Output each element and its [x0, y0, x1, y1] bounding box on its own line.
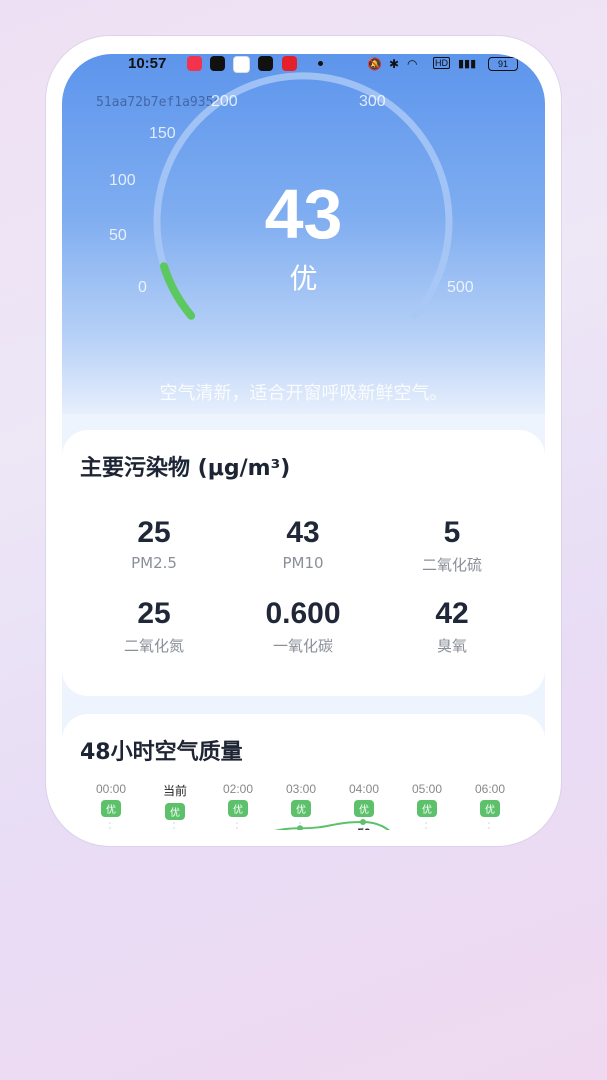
- forecast-hour-0500: 05:00 优: [402, 782, 452, 817]
- level-badge: 优: [480, 800, 500, 817]
- level-badge: 优: [101, 800, 121, 817]
- gauge-tick-200: 200: [211, 93, 238, 110]
- forecast-point: [297, 825, 303, 830]
- hour-time: 05:00: [411, 782, 443, 796]
- forecast-hour-0600: 06:00 优: [465, 782, 515, 817]
- hour-time: 00:00: [95, 782, 127, 796]
- phone-frame: 10:57 🔕 ✱ ◠ HD ▮▮▮ 91 51aa72b7ef1a935e 0: [46, 36, 561, 846]
- hour-time: 06:00: [474, 782, 506, 796]
- level-badge: 优: [354, 800, 374, 817]
- forecast-hour-0000: 00:00 优: [86, 782, 136, 817]
- hour-time: 02:00: [222, 782, 254, 796]
- forecast-hour-0200: 02:00 优: [213, 782, 263, 817]
- gauge-tick-150: 150: [149, 125, 176, 142]
- pollutant-pm10: 43 PM10: [238, 516, 368, 572]
- pollutant-name: 二氧化氮: [123, 637, 184, 655]
- aqi-hero-panel: 10:57 🔕 ✱ ◠ HD ▮▮▮ 91 51aa72b7ef1a935e 0: [62, 54, 545, 414]
- pollutant-pm25: 25 PM2.5: [89, 516, 219, 572]
- pollutants-card: 主要污染物 (μg/m³) 25 PM2.5 43 PM10 5 二氧化硫 25…: [62, 430, 545, 696]
- pollutant-name: PM10: [282, 554, 324, 572]
- level-badge: 优: [165, 803, 185, 820]
- pollutant-value: 43: [286, 516, 320, 549]
- forecast-hour-0300: 03:00 优: [276, 782, 326, 817]
- hour-time: 03:00: [285, 782, 317, 796]
- forecast-point: [360, 819, 366, 825]
- hour-time: 04:00: [348, 782, 380, 796]
- forecast-hour-now[interactable]: 当前优: [150, 782, 200, 820]
- pollutant-no2: 25 二氧化氮: [89, 597, 219, 656]
- pollutant-value: 42: [435, 597, 469, 630]
- pollutant-name: PM2.5: [131, 554, 177, 572]
- air-advice: 空气清新，适合开窗呼吸新鲜空气。: [159, 383, 448, 404]
- forecast-value: 50: [349, 826, 379, 830]
- app-screen: 10:57 🔕 ✱ ◠ HD ▮▮▮ 91 51aa72b7ef1a935e 0: [62, 54, 545, 830]
- hour-time: 当前: [162, 784, 187, 798]
- pollutants-title: 主要污染物 (μg/m³): [80, 456, 291, 481]
- gauge-tick-300: 300: [359, 93, 386, 110]
- pollutant-name: 二氧化硫: [421, 556, 482, 574]
- pollutant-o3: 42 臭氧: [387, 597, 517, 656]
- level-badge: 优: [291, 800, 311, 817]
- pollutant-value: 25: [137, 597, 171, 630]
- pollutant-value: 0.600: [265, 597, 341, 630]
- aqi-level: 优: [289, 262, 318, 295]
- pollutant-name: 臭氧: [436, 637, 467, 655]
- pollutant-value: 25: [137, 516, 171, 549]
- pollutant-name: 一氧化碳: [272, 637, 333, 655]
- forecast-hour-0400: 04:00 优: [339, 782, 389, 817]
- aqi-value: 43: [264, 175, 343, 253]
- forecast-line: [274, 820, 391, 830]
- forecast-card: 48小时空气质量 00:00 优 当前优 02:00 优 03:00 优 04:00 优…: [62, 714, 545, 830]
- pollutant-co: 0.600 一氧化碳: [238, 597, 368, 656]
- pollutant-so2: 5 二氧化硫: [387, 516, 517, 575]
- level-badge: 优: [417, 800, 437, 817]
- pollutant-value: 5: [443, 516, 461, 549]
- level-badge: 优: [228, 800, 248, 817]
